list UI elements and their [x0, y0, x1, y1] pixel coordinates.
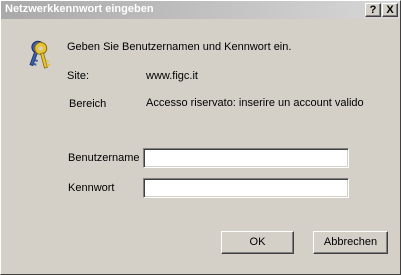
username-field[interactable]	[143, 148, 349, 168]
site-value: www.figc.it	[146, 70, 198, 82]
ok-button[interactable]: OK	[221, 231, 294, 254]
intro-text: Geben Sie Benutzernamen und Kennwort ein…	[67, 41, 292, 53]
window-title: Netzwerkkennwort eingeben	[5, 3, 154, 15]
password-label: Kennwort	[68, 182, 115, 194]
login-dialog: Netzwerkkennwort eingeben ? X Geben Sie …	[0, 0, 401, 275]
title-bar[interactable]: Netzwerkkennwort eingeben ? X	[1, 1, 400, 19]
password-field[interactable]	[143, 178, 349, 198]
realm-value: Accesso riservato: inserire un account v…	[146, 97, 364, 109]
keys-icon	[29, 40, 51, 69]
site-label: Site:	[67, 70, 90, 82]
realm-label: Bereich	[69, 98, 107, 110]
help-button[interactable]: ?	[365, 3, 381, 17]
close-button[interactable]: X	[382, 3, 398, 17]
cancel-button[interactable]: Abbrechen	[313, 231, 388, 254]
username-label: Benutzername	[68, 152, 140, 164]
